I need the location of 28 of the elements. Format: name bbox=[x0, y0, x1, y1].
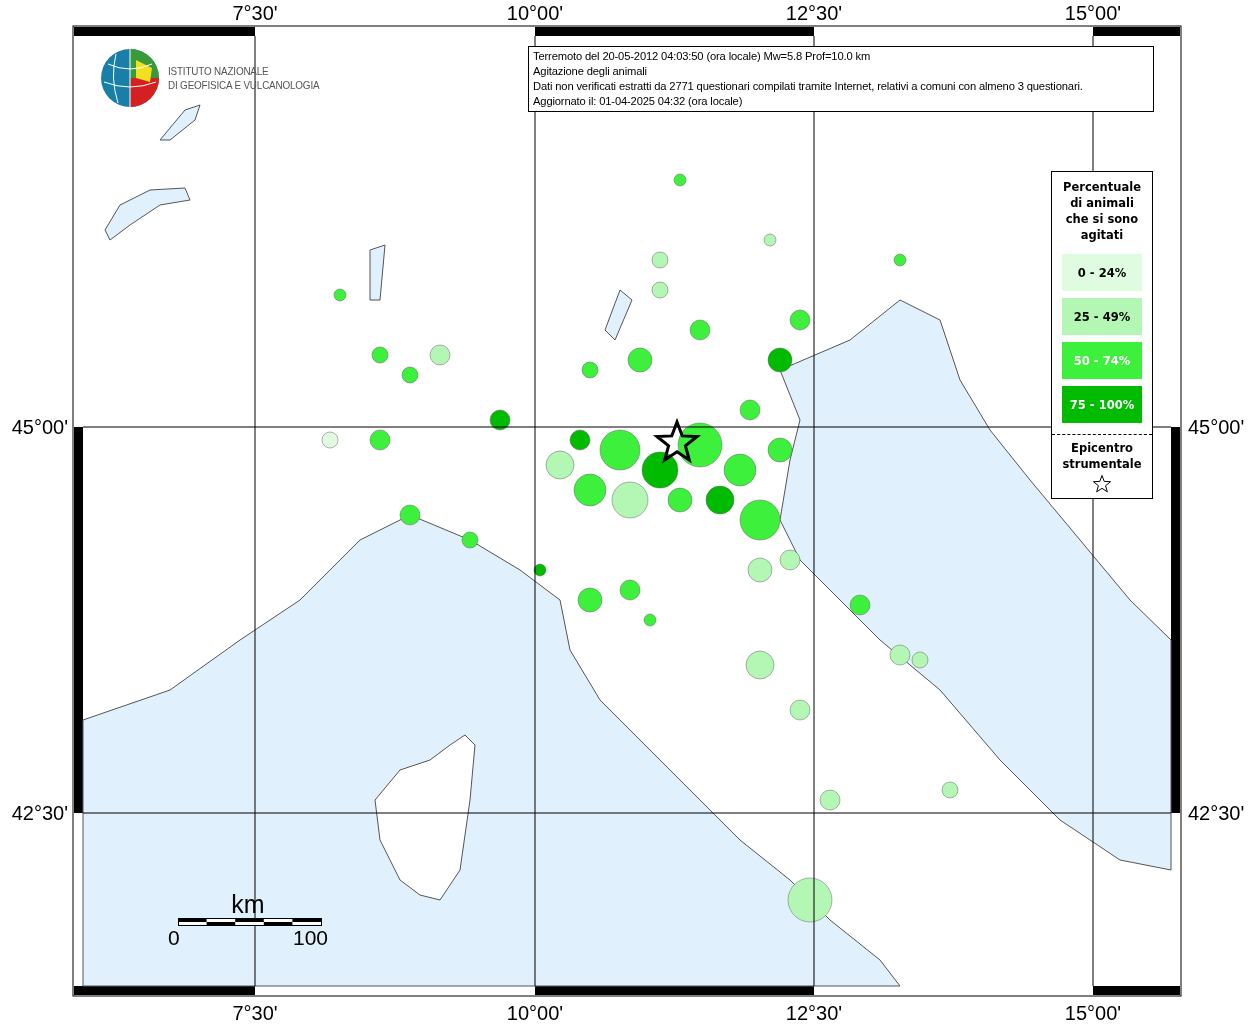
legend-swatch: 50 - 74% bbox=[1062, 342, 1142, 379]
longitude-label: 12°30' bbox=[785, 1002, 843, 1024]
scale-label: 100 bbox=[292, 926, 328, 950]
longitude-label: 12°30' bbox=[785, 2, 843, 24]
globe-logo-icon bbox=[100, 48, 160, 108]
legend-swatch: 25 - 49% bbox=[1062, 298, 1142, 335]
info-text: Dati non verificati estratti da 2771 questionari compilati tramite Internet, relativi a comuni con almeno 3 questionari. bbox=[533, 79, 1084, 94]
longitude-label: 7°30' bbox=[232, 2, 278, 24]
info-text: Agitazione degli animali bbox=[533, 64, 648, 79]
info-text: Terremoto del 20-05-2012 04:03:50 (ora locale) Mw=5.8 Prof=10.0 km bbox=[533, 49, 872, 64]
scale-label: 0 bbox=[168, 926, 180, 950]
latitude-label: 42°30' bbox=[11, 802, 68, 824]
star-icon bbox=[1092, 475, 1112, 493]
longitude-label: 7°30' bbox=[232, 1002, 278, 1024]
legend-swatch: 0 - 24% bbox=[1062, 254, 1142, 291]
latitude-label: 45°00' bbox=[11, 416, 68, 438]
latitude-label: 45°00' bbox=[1188, 416, 1245, 438]
epicentre-star-icon bbox=[652, 417, 702, 464]
legend-title: Percentuale di animali che si sono agitati bbox=[1062, 179, 1142, 244]
latitude-label: 42°30' bbox=[1188, 802, 1245, 824]
epicentre-label: Epicentro strumentale bbox=[1061, 440, 1143, 473]
longitude-label: 15°00' bbox=[1064, 1002, 1122, 1024]
scale-unit: km bbox=[231, 890, 265, 918]
legend-swatch: 75 - 100% bbox=[1062, 386, 1142, 423]
longitude-label: 10°00' bbox=[506, 1002, 564, 1024]
longitude-label: 10°00' bbox=[506, 2, 564, 24]
longitude-label: 15°00' bbox=[1064, 2, 1122, 24]
info-text: Aggiornato il: 01-04-2025 04:32 (ora locale) bbox=[533, 94, 744, 109]
